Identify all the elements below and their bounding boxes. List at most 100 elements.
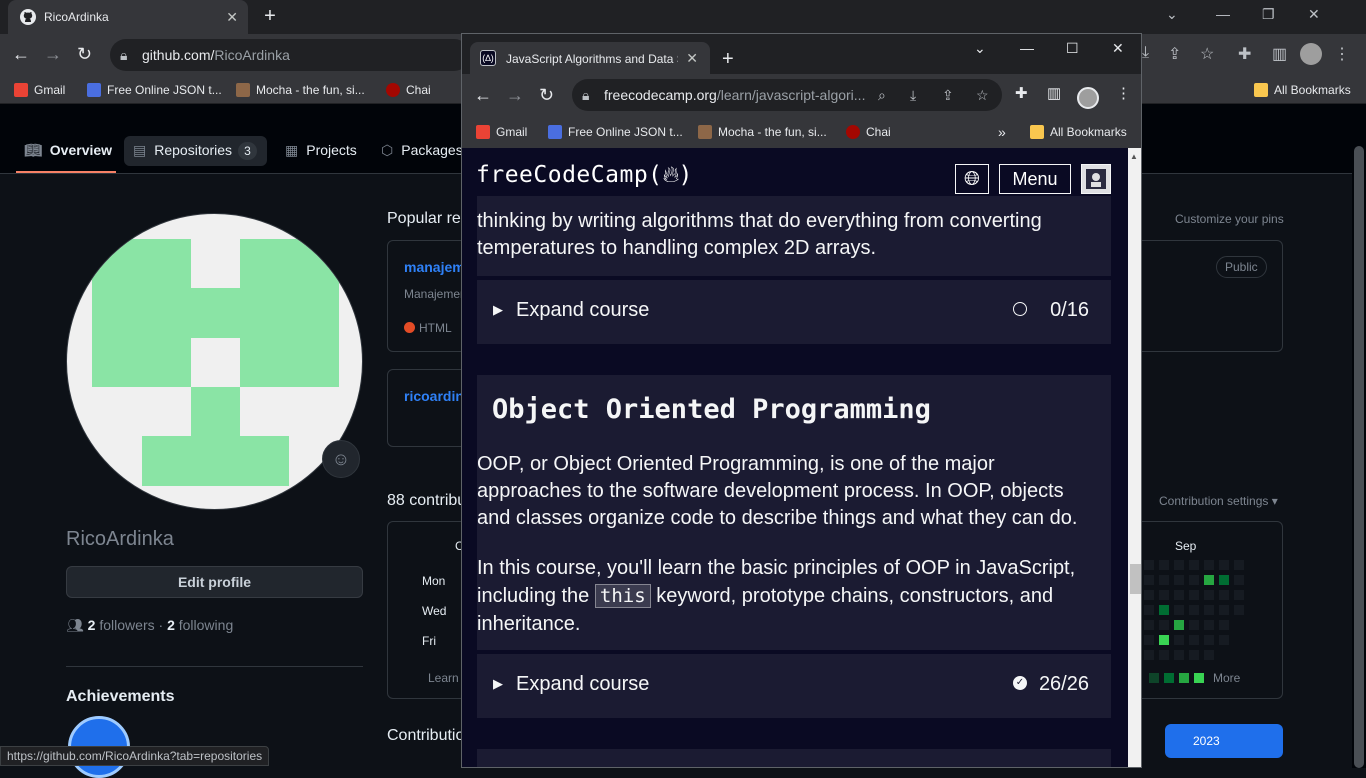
contributions-title: 88 contribu (387, 492, 467, 509)
customize-pins-link[interactable]: Customize your pins (1175, 212, 1284, 226)
all-bookmarks[interactable]: All Bookmarks (1254, 83, 1351, 97)
pinned-repo-link[interactable]: manajem (404, 259, 465, 275)
tab-packages[interactable]: ⬡ Packages (381, 142, 463, 159)
new-tab-button[interactable]: + (722, 48, 734, 70)
year-2023-button[interactable]: 2023 (1165, 724, 1283, 758)
following-count[interactable]: 2 (167, 617, 175, 633)
progress-circle-icon (1013, 302, 1027, 316)
json-icon (548, 125, 562, 139)
share-icon[interactable]: ⇪ (1168, 44, 1181, 64)
repo-count-badge: 3 (238, 142, 257, 160)
reload-icon[interactable]: ↻ (77, 44, 92, 65)
fg-address-bar[interactable]: 🔒︎ freecodecamp.org/learn/javascript-alg… (572, 79, 1002, 111)
bookmark-chai[interactable]: Chai (846, 125, 891, 139)
tab-projects[interactable]: ▦ Projects (285, 142, 357, 159)
new-tab-button[interactable]: + (259, 5, 281, 27)
profile-avatar[interactable] (1077, 87, 1099, 109)
gh-scrollbar-thumb[interactable] (1354, 146, 1364, 768)
bookmark-mocha[interactable]: Mocha - the fun, si... (236, 83, 365, 97)
following-link[interactable]: following (179, 617, 233, 633)
side-panel-icon[interactable]: ▥ (1272, 44, 1287, 64)
language-color-dot (404, 322, 415, 333)
tab-label: Packages (401, 142, 463, 158)
tab-overview[interactable]: 📖︎ Overview (24, 142, 112, 159)
back-icon[interactable]: ← (12, 44, 30, 65)
all-bookmarks-label: All Bookmarks (1050, 125, 1127, 139)
oop-expand-course-button[interactable]: ▶ Expand course ✓ 26/26 (477, 654, 1111, 718)
logo-text: freeCodeCamp( (476, 162, 663, 188)
fcc-logo[interactable]: freeCodeCamp(🔥︎) (476, 162, 693, 188)
followers-count[interactable]: 2 (88, 617, 96, 633)
forward-icon[interactable]: → (44, 44, 62, 65)
bookmark-chai[interactable]: Chai (386, 83, 431, 97)
status-bar-url: https://github.com/RicoArdinka?tab=repos… (0, 746, 270, 766)
identicon (92, 239, 339, 486)
prev-expand-course-button[interactable]: ▶ Expand course 0/16 (477, 280, 1111, 344)
close-window-icon[interactable]: ✕ (1112, 40, 1124, 57)
bookmark-star-icon[interactable]: ☆ (976, 87, 989, 104)
public-badge: Public (1216, 256, 1267, 278)
install-app-icon[interactable]: ⤓ (910, 87, 916, 104)
fcc-scrollbar-thumb[interactable] (1130, 564, 1141, 594)
tab-repositories[interactable]: ▤ Repositories 3 (133, 142, 257, 160)
extensions-icon[interactable]: ✚ (1238, 44, 1251, 64)
learn-link[interactable]: Learn (428, 671, 459, 685)
bookmark-gmail[interactable]: Gmail (14, 83, 65, 97)
menu-button[interactable]: Menu (999, 164, 1071, 194)
site-info-icon[interactable]: 🔒︎ (120, 47, 127, 64)
restore-icon[interactable]: ❐ (1262, 6, 1275, 23)
close-window-icon[interactable]: ✕ (1308, 6, 1320, 23)
minimize-icon[interactable]: — (1020, 40, 1034, 56)
day-label: Wed (422, 604, 447, 618)
next-course-card (477, 749, 1111, 767)
prev-course-intro: thinking by writing algorithms that do e… (477, 210, 1042, 259)
search-icon[interactable]: ⌕ (878, 87, 886, 104)
bg-tab-github[interactable]: RicoArdinka ✕ (8, 0, 248, 34)
tab-search-icon[interactable]: ⌄ (974, 40, 986, 57)
download-icon[interactable]: ⤓ (1142, 44, 1149, 62)
menu-dots-icon[interactable]: ⋮ (1334, 44, 1350, 64)
achievements-title: Achievements (66, 688, 175, 705)
edit-profile-button[interactable]: Edit profile (66, 566, 363, 598)
back-icon[interactable]: ← (474, 85, 492, 106)
avatar[interactable] (66, 213, 363, 510)
tab-label: Repositories (154, 142, 233, 158)
more-bookmarks-chevron-icon[interactable]: » (998, 124, 1006, 140)
maximize-icon[interactable]: ☐ (1066, 40, 1079, 57)
bookmark-json[interactable]: Free Online JSON t... (87, 83, 222, 97)
mocha-icon (236, 83, 250, 97)
pinned-repo-link[interactable]: ricoardin (404, 388, 464, 404)
bookmark-star-icon[interactable]: ☆ (1200, 44, 1214, 64)
set-status-smiley-icon[interactable]: ☺ (322, 440, 360, 478)
language-globe-icon[interactable]: 🌐︎ (955, 164, 989, 194)
forward-icon[interactable]: → (506, 85, 524, 106)
fg-tab-fcc[interactable]: (∆) JavaScript Algorithms and Data S ✕ (470, 42, 710, 74)
close-icon[interactable]: ✕ (226, 9, 238, 26)
bookmark-gmail[interactable]: Gmail (476, 125, 527, 139)
expand-label: Expand course (516, 673, 650, 695)
scroll-up-arrow-icon[interactable]: ▲ (1130, 152, 1138, 161)
gmail-icon (14, 83, 28, 97)
url-path: /learn/javascript-algori... (716, 87, 866, 103)
bookmark-label: Free Online JSON t... (107, 83, 222, 97)
contribution-cells (1144, 560, 1244, 683)
share-icon[interactable]: ⇪ (942, 87, 954, 104)
tab-search-icon[interactable]: ⌄ (1166, 6, 1178, 23)
bookmark-label: Gmail (496, 125, 528, 139)
reload-icon[interactable]: ↻ (539, 85, 554, 106)
contribution-settings-dropdown[interactable]: Contribution settings ▾ (1159, 494, 1278, 508)
extensions-icon[interactable]: ✚ (1015, 84, 1028, 102)
menu-dots-icon[interactable]: ⋮ (1116, 84, 1131, 102)
profile-avatar[interactable] (1300, 43, 1322, 65)
minimize-icon[interactable]: — (1216, 6, 1230, 22)
close-icon[interactable]: ✕ (686, 50, 698, 67)
user-avatar-icon[interactable] (1081, 164, 1111, 194)
site-info-icon[interactable]: 🔒︎ (582, 87, 589, 104)
bookmark-mocha[interactable]: Mocha - the fun, si... (698, 125, 827, 139)
side-panel-icon[interactable]: ▥ (1047, 84, 1061, 102)
bg-address-bar[interactable]: 🔒︎ github.com/RicoArdinka (110, 39, 470, 71)
all-bookmarks[interactable]: All Bookmarks (1030, 125, 1127, 139)
bookmark-json[interactable]: Free Online JSON t... (548, 125, 683, 139)
followers-link[interactable]: followers (99, 617, 154, 633)
github-icon (20, 9, 36, 25)
